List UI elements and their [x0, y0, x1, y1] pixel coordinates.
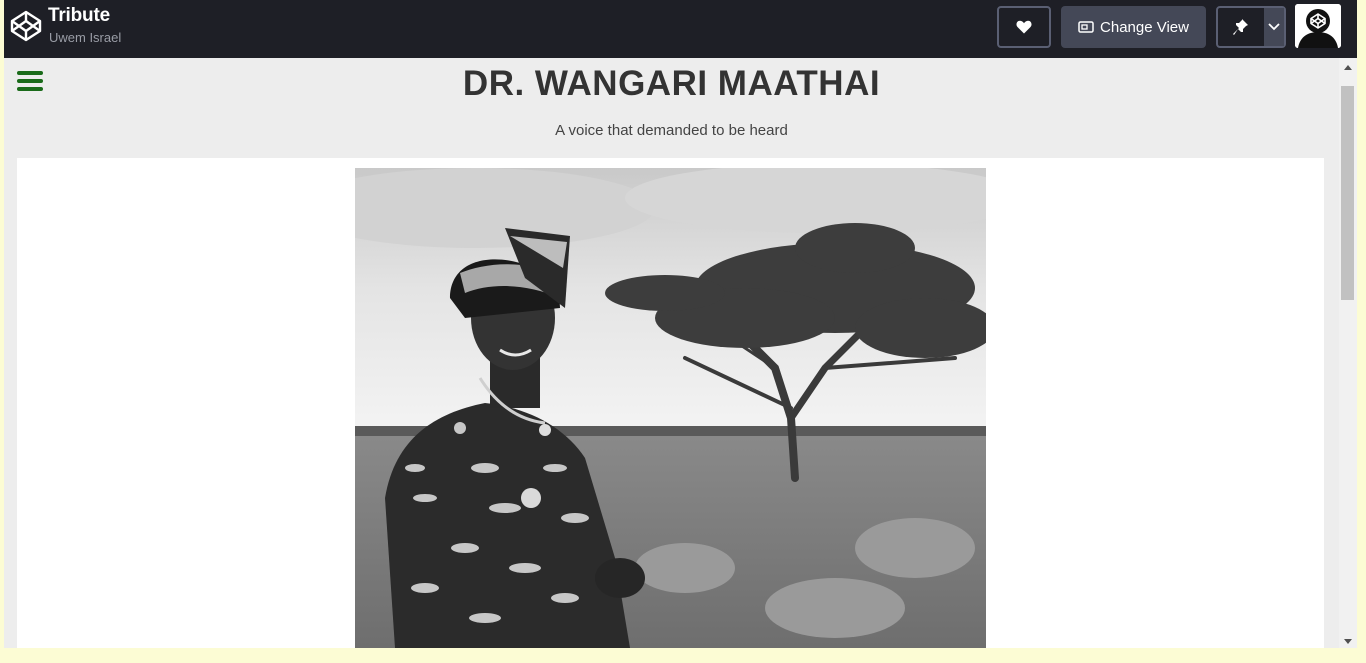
- page-title: DR. WANGARI MAATHAI: [462, 64, 881, 103]
- heart-icon: [1016, 20, 1032, 34]
- codepen-header: Tribute Uwem Israel Change View: [4, 0, 1357, 58]
- avatar-image: [1295, 4, 1341, 48]
- tribute-page: DR. WANGARI MAATHAI A voice that demande…: [4, 58, 1339, 648]
- codepen-logo-icon[interactable]: [10, 10, 42, 42]
- change-view-button[interactable]: Change View: [1061, 6, 1206, 48]
- pen-title[interactable]: Tribute: [48, 5, 110, 27]
- browser-frame: Tribute Uwem Israel Change View DR. WANG…: [4, 0, 1357, 648]
- scroll-down-arrow-icon[interactable]: [1339, 634, 1357, 648]
- pen-author[interactable]: Uwem Israel: [49, 30, 121, 45]
- pin-toggle[interactable]: [1218, 8, 1264, 46]
- pin-icon: [1233, 19, 1248, 35]
- page-subtitle: A voice that demanded to be heard: [555, 122, 788, 139]
- image-card: [17, 158, 1324, 648]
- scroll-up-arrow-icon[interactable]: [1339, 60, 1357, 74]
- tribute-photo: [355, 168, 986, 648]
- change-view-label: Change View: [1100, 18, 1189, 36]
- vertical-scrollbar[interactable]: [1339, 58, 1357, 648]
- user-avatar[interactable]: [1295, 4, 1341, 48]
- like-button[interactable]: [997, 6, 1051, 48]
- portrait-photo: [355, 168, 986, 648]
- pin-dropdown[interactable]: [1264, 8, 1284, 46]
- scrollbar-thumb[interactable]: [1341, 86, 1354, 300]
- change-view-icon: [1078, 21, 1094, 33]
- chevron-down-icon: [1268, 23, 1280, 31]
- pin-button[interactable]: [1216, 6, 1286, 48]
